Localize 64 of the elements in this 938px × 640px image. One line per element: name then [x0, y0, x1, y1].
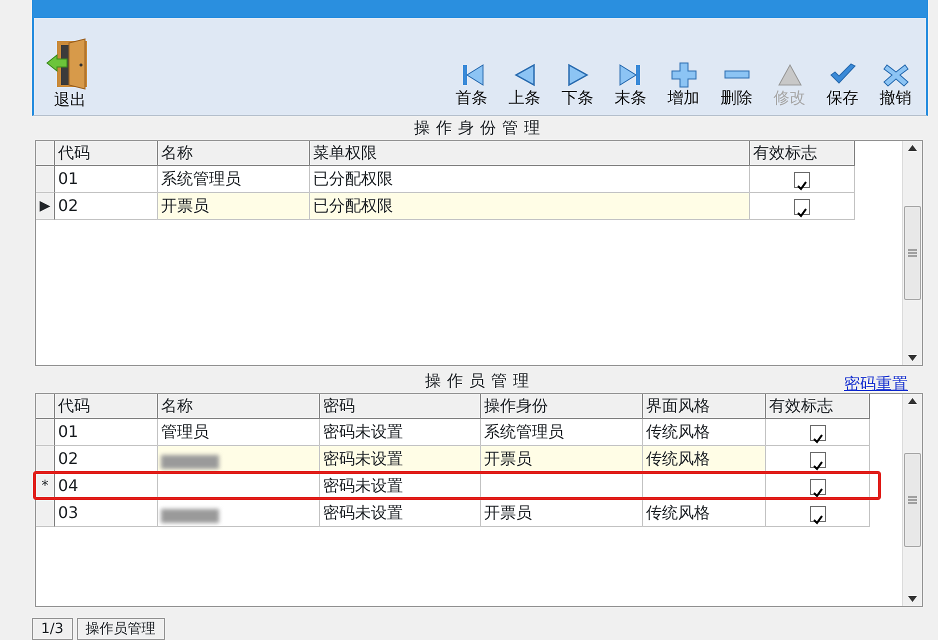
toolbar-button[interactable]: 首条 [445, 61, 498, 107]
row-header[interactable] [36, 166, 55, 193]
scroll-down-icon[interactable] [908, 355, 917, 361]
password-reset-link[interactable]: 密码重置 [844, 372, 908, 396]
scrollbar[interactable] [902, 141, 922, 365]
checkmark-icon [810, 459, 824, 472]
table-cell: 开票员 [481, 446, 643, 473]
toolbar-button[interactable]: 删除 [710, 61, 763, 107]
scroll-thumb[interactable] [904, 453, 921, 547]
toolbar-button[interactable]: 保存 [816, 61, 869, 107]
row-header[interactable] [36, 419, 55, 446]
checkbox[interactable] [810, 478, 826, 495]
checkmark-icon [810, 432, 824, 445]
column-header: 界面风格 [643, 394, 766, 419]
column-header: 密码 [320, 394, 481, 419]
plus-icon [668, 61, 698, 90]
exit-button[interactable]: 退出 [42, 37, 98, 109]
table-cell: 已分配权限 [310, 193, 750, 220]
column-header: 代码 [55, 394, 158, 419]
column-header: 有效标志 [750, 141, 855, 166]
checkbox[interactable] [794, 198, 810, 215]
checkbox[interactable] [810, 424, 826, 441]
table-cell: 01 [55, 166, 158, 193]
column-header: 名称 [158, 141, 310, 166]
table-cell: 01 [55, 419, 158, 446]
status-field: 1/3 [32, 618, 73, 640]
row-header[interactable] [36, 500, 55, 527]
table-cell: 传统风格 [643, 500, 766, 527]
table-cell: 密码未设置 [320, 446, 481, 473]
row-header[interactable] [36, 446, 55, 473]
table-cell: 开票员 [158, 193, 310, 220]
checkmark-icon [795, 206, 809, 219]
toolbar-button[interactable]: 下条 [551, 61, 604, 107]
table-cell: 传统风格 [643, 446, 766, 473]
checkbox[interactable] [794, 172, 810, 188]
checkmark-icon [810, 486, 824, 499]
table-cell: 开票员 [481, 500, 643, 527]
minus-icon [724, 70, 750, 80]
toolbar-button[interactable]: 上条 [498, 61, 551, 107]
scroll-thumb[interactable] [904, 206, 921, 300]
row-marker[interactable]: ▶ [36, 193, 55, 220]
toolbar-button[interactable]: 增加 [657, 61, 710, 107]
checkmark-icon [795, 179, 809, 192]
column-header: 菜单权限 [310, 141, 750, 166]
scroll-down-icon[interactable] [908, 596, 917, 602]
table-cell: 04 [55, 473, 158, 500]
column-header: 代码 [55, 141, 158, 166]
scroll-up-icon[interactable] [908, 145, 917, 151]
scroll-up-icon[interactable] [908, 398, 917, 404]
checkbox[interactable] [810, 452, 826, 468]
table-cell: 03 [55, 500, 158, 527]
section-title: 操作身份管理 [414, 117, 546, 139]
checkbox[interactable] [810, 506, 826, 522]
section-title: 操作员管理 [425, 370, 535, 392]
checkmark-icon [810, 513, 824, 526]
toolbar-button[interactable]: 撤销 [869, 61, 922, 107]
column-header: 操作身份 [481, 394, 643, 419]
table-cell: 密码未设置 [320, 473, 481, 500]
toolbar-button[interactable]: 末条 [604, 61, 657, 107]
column-header: 有效标志 [766, 394, 870, 419]
column-header: 名称 [158, 394, 320, 419]
scrollbar[interactable] [902, 394, 922, 606]
table-cell: 密码未设置 [320, 500, 481, 527]
status-field: 操作员管理 [76, 618, 165, 640]
